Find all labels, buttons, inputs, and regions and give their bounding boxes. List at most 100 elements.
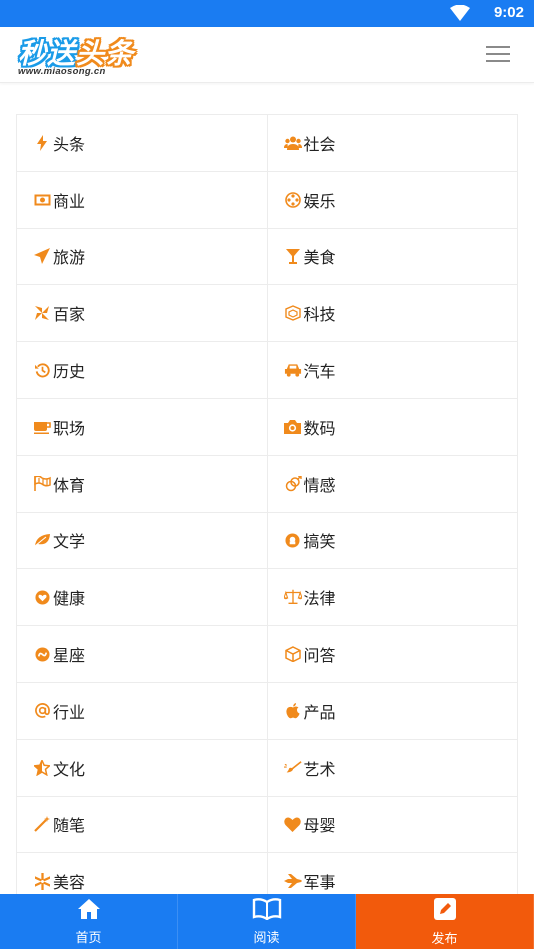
heart-icon xyxy=(284,815,302,833)
category-item[interactable]: 科技 xyxy=(267,285,518,343)
category-label: 科技 xyxy=(303,305,336,325)
category-item[interactable]: 数码 xyxy=(267,398,518,456)
bottom-nav: 首页 阅读 发布 xyxy=(0,894,534,949)
category-label: 职场 xyxy=(53,418,86,438)
category-label: 百家 xyxy=(53,305,86,325)
status-bar: 9:02 xyxy=(0,0,534,27)
leaf-icon xyxy=(33,531,51,549)
category-row: 旅游 美食 xyxy=(17,228,518,286)
category-label: 数码 xyxy=(303,418,336,438)
home-icon xyxy=(77,898,101,924)
book-icon xyxy=(252,897,282,924)
paint-icon xyxy=(283,759,302,777)
category-item[interactable]: 社会 xyxy=(267,115,518,172)
category-item[interactable]: 娱乐 xyxy=(267,171,518,229)
category-label: 母婴 xyxy=(303,816,336,836)
category-label: 历史 xyxy=(53,362,86,382)
category-label: 搞笑 xyxy=(303,532,336,552)
category-item[interactable]: 法律 xyxy=(267,569,518,627)
category-label: 健康 xyxy=(53,589,86,609)
category-label: 娱乐 xyxy=(303,191,336,211)
category-label: 随笔 xyxy=(53,816,86,836)
star-sign-icon xyxy=(33,645,51,663)
sparkle-icon xyxy=(33,872,51,890)
category-item[interactable]: 美食 xyxy=(267,228,518,286)
category-label: 星座 xyxy=(53,646,86,666)
wifi-icon xyxy=(450,4,470,25)
category-item[interactable]: 商业 xyxy=(17,171,268,229)
category-label: 商业 xyxy=(53,191,86,211)
category-label: 艺术 xyxy=(303,759,336,779)
gender-icon xyxy=(284,475,302,493)
category-row: 历史 汽车 xyxy=(17,342,518,399)
category-item[interactable]: 产品 xyxy=(267,682,518,740)
chip-icon xyxy=(284,304,302,322)
category-item[interactable]: 搞笑 xyxy=(267,512,518,570)
money-icon xyxy=(33,191,51,209)
category-item[interactable]: 百家 xyxy=(17,285,268,343)
category-label: 旅游 xyxy=(53,248,86,268)
logo-url: www.miaosong.cn xyxy=(18,66,106,77)
category-item[interactable]: 职场 xyxy=(17,398,268,456)
category-label: 情感 xyxy=(303,475,336,495)
category-label: 文学 xyxy=(53,532,86,552)
cocktail-icon xyxy=(284,247,302,265)
hamburger-icon[interactable] xyxy=(486,46,510,64)
category-label: 行业 xyxy=(53,702,86,722)
scale-icon xyxy=(283,588,302,606)
category-label: 美容 xyxy=(53,873,86,893)
category-label: 文化 xyxy=(53,759,86,779)
flags-icon xyxy=(33,475,51,493)
category-item[interactable]: 情感 xyxy=(267,455,518,513)
smile-icon xyxy=(284,531,302,549)
category-item[interactable]: 随笔 xyxy=(17,796,268,854)
category-item[interactable]: 体育 xyxy=(17,455,268,513)
category-row: 文化 艺术 xyxy=(17,739,518,797)
category-item[interactable]: 星座 xyxy=(17,626,268,683)
category-row: 行业 产品 xyxy=(17,682,518,740)
tab-home[interactable]: 首页 xyxy=(0,894,178,949)
category-item[interactable]: 历史 xyxy=(17,342,268,399)
category-row: 星座 问答 xyxy=(17,626,518,683)
camera-icon xyxy=(284,418,302,436)
category-item[interactable]: 汽车 xyxy=(267,342,518,399)
tab-publish[interactable]: 发布 xyxy=(356,894,534,949)
car-icon xyxy=(284,361,302,379)
category-label: 军事 xyxy=(303,873,336,893)
category-row: 头条 社会 xyxy=(17,115,518,172)
category-item[interactable]: 头条 xyxy=(17,115,268,172)
users-icon xyxy=(283,134,302,152)
category-label: 汽车 xyxy=(303,362,336,382)
category-item[interactable]: 旅游 xyxy=(17,228,268,286)
category-item[interactable]: 文学 xyxy=(17,512,268,570)
history-icon xyxy=(33,361,51,379)
bolt-icon xyxy=(33,134,51,152)
category-label: 问答 xyxy=(303,646,336,666)
coffee-icon xyxy=(33,418,51,436)
category-item[interactable]: 健康 xyxy=(17,569,268,627)
category-item[interactable]: 文化 xyxy=(17,739,268,797)
cube-icon xyxy=(284,645,302,663)
category-item[interactable]: 艺术 xyxy=(267,739,518,797)
category-label: 头条 xyxy=(53,134,86,154)
tab-publish-label: 发布 xyxy=(431,931,458,947)
app-header: 秒送头条 www.miaosong.cn xyxy=(0,27,534,83)
tab-read-label: 阅读 xyxy=(253,930,280,946)
fighter-jet-icon xyxy=(283,872,302,890)
category-label: 体育 xyxy=(53,475,86,495)
category-row: 文学 搞笑 xyxy=(17,512,518,570)
star-half-icon xyxy=(33,759,51,777)
category-row: 随笔 母婴 xyxy=(17,796,518,854)
category-row: 商业 娱乐 xyxy=(17,171,518,229)
category-item[interactable]: 问答 xyxy=(267,626,518,683)
app-logo[interactable]: 秒送头条 www.miaosong.cn xyxy=(16,32,146,78)
category-row: 体育 情感 xyxy=(17,455,518,513)
category-item[interactable]: 母婴 xyxy=(267,796,518,854)
apple-icon xyxy=(284,702,302,720)
category-row: 职场 数码 xyxy=(17,398,518,456)
category-item[interactable]: 行业 xyxy=(17,682,268,740)
category-label: 产品 xyxy=(303,702,336,722)
category-row: 百家 科技 xyxy=(17,285,518,343)
magic-wand-icon xyxy=(33,815,51,833)
tab-read[interactable]: 阅读 xyxy=(178,894,356,949)
